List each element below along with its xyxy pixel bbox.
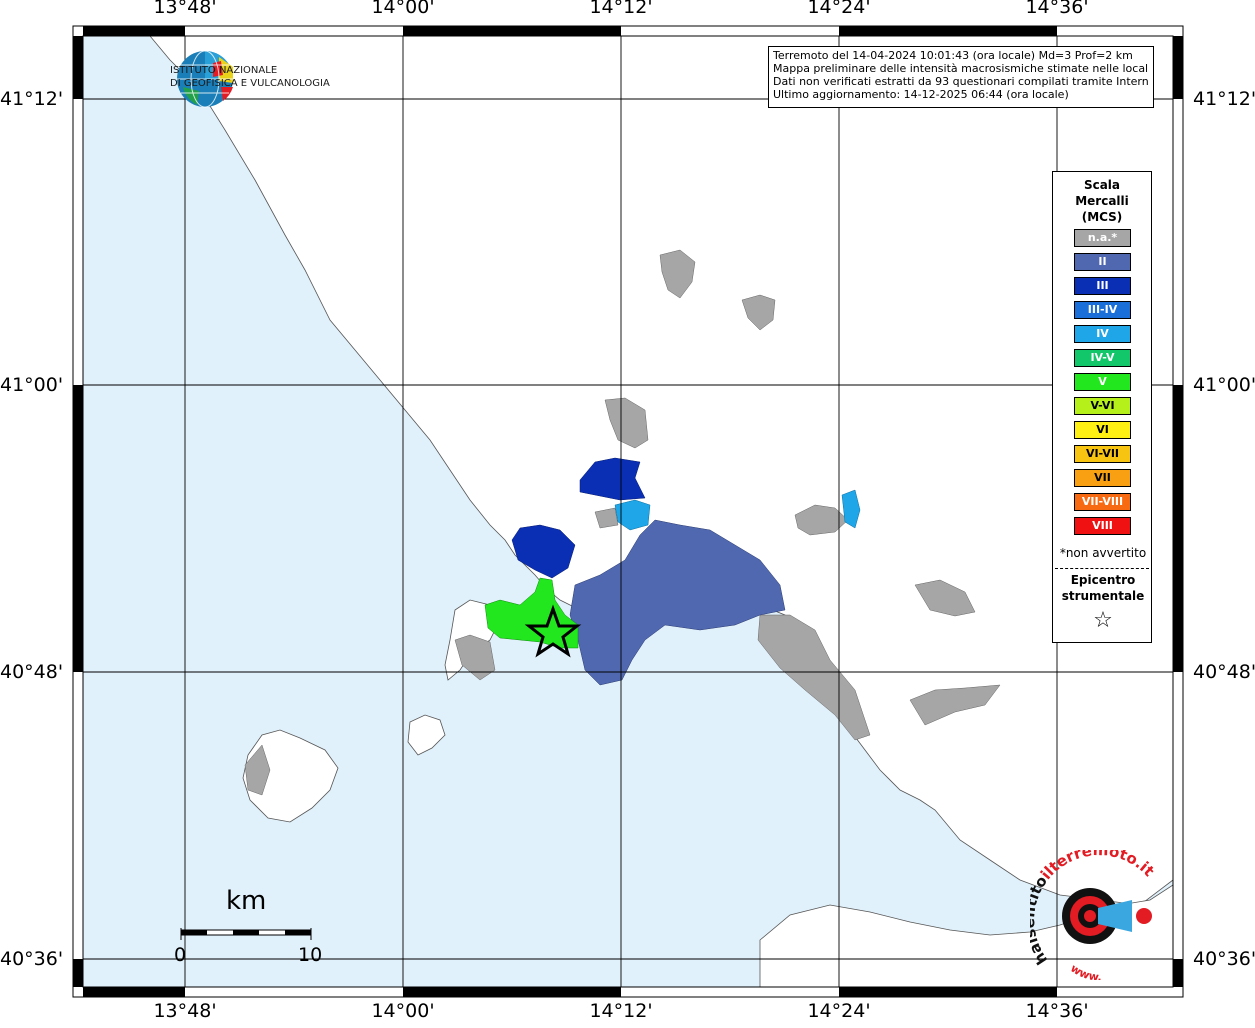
- watermark-text-3: www.: [1068, 962, 1102, 980]
- ingv-institute-name: ISTITUTO NAZIONALE DI GEOFISICA E VULCAN…: [170, 64, 330, 90]
- watermark-text-2: ilterremoto.it: [1037, 850, 1158, 883]
- legend-swatch-v-vi: V-VI: [1074, 397, 1131, 415]
- watermark-text-1: haisentito: [1030, 873, 1051, 968]
- macroseismic-map: 13°48' 14°00' 14°12' 14°24' 14°36' 13°48…: [0, 0, 1255, 1024]
- legend-note: *non avvertito: [1059, 546, 1147, 560]
- lon-tick-bottom-4: 14°24': [807, 1000, 871, 1022]
- lat-tick-right-2: 41°00': [1193, 374, 1255, 396]
- lat-tick-right-4: 40°36': [1193, 948, 1255, 970]
- lon-tick-top-2: 14°00': [371, 0, 435, 18]
- legend-swatch-viii: VIII: [1074, 517, 1131, 535]
- scale-unit-label: km: [226, 886, 267, 916]
- legend-swatch-v: V: [1074, 373, 1131, 391]
- lat-tick-left-2: 41°00': [0, 374, 64, 396]
- lon-tick-bottom-5: 14°36': [1025, 1000, 1089, 1022]
- legend-swatch-iii: III: [1074, 277, 1131, 295]
- legend-epicenter-line-1: Epicentro: [1070, 573, 1136, 587]
- svg-text:haisentitoilterremoto.it: haisentitoilterremoto.it: [1030, 850, 1158, 968]
- legend-swatch-n-a: n.a.*: [1074, 229, 1131, 247]
- scale-end-label: 10: [298, 944, 323, 966]
- lat-tick-left-4: 40°36': [0, 948, 64, 970]
- svg-text:www.: www.: [1068, 962, 1102, 980]
- lat-tick-left-3: 40°48': [0, 661, 64, 683]
- info-line-3: Dati non verificati estratti da 93 quest…: [773, 75, 1149, 88]
- legend-separator: [1055, 568, 1149, 569]
- ingv-name-line-1: ISTITUTO NAZIONALE: [170, 65, 278, 76]
- legend-title-line-3: (MCS): [1081, 210, 1123, 224]
- legend-swatch-iv-v: IV-V: [1074, 349, 1131, 367]
- watermark-text: haisentitoilterremoto.it www.: [1030, 850, 1158, 980]
- legend-swatch-vii: VII: [1074, 469, 1131, 487]
- intensity-legend: Scala Mercalli (MCS) n.a.* II III III-IV IV I…: [1052, 171, 1152, 643]
- lon-tick-bottom-1: 13°48': [153, 1000, 217, 1022]
- legend-swatch-iv: IV: [1074, 325, 1131, 343]
- lat-tick-right-1: 41°12': [1193, 88, 1255, 110]
- legend-star-icon: ☆: [1093, 608, 1113, 633]
- legend-title-line-2: Mercalli: [1075, 194, 1129, 208]
- lon-tick-top-4: 14°24': [807, 0, 871, 18]
- lon-tick-bottom-3: 14°12': [589, 1000, 653, 1022]
- info-line-1: Terremoto del 14-04-2024 10:01:43 (ora l…: [773, 49, 1133, 62]
- lon-tick-top-5: 14°36': [1025, 0, 1089, 18]
- legend-swatch-iii-iv: III-IV: [1074, 301, 1131, 319]
- info-line-2: Mappa preliminare delle intensità macros…: [773, 62, 1149, 75]
- lat-tick-left-1: 41°12': [0, 88, 64, 110]
- legend-epicenter-line-2: strumentale: [1061, 589, 1145, 603]
- legend-title-line-1: Scala: [1083, 178, 1121, 192]
- lon-tick-top-1: 13°48': [153, 0, 217, 18]
- ingv-name-line-2: DI GEOFISICA E VULCANOLOGIA: [170, 78, 330, 89]
- legend-swatch-vi: VI: [1074, 421, 1131, 439]
- legend-swatch-ii: II: [1074, 253, 1131, 271]
- legend-title: Scala Mercalli (MCS): [1053, 177, 1151, 225]
- legend-swatch-vii-viii: VII-VIII: [1074, 493, 1131, 511]
- lon-tick-bottom-2: 14°00': [371, 1000, 435, 1022]
- lat-tick-right-3: 40°48': [1193, 661, 1255, 683]
- lon-tick-top-3: 14°12': [589, 0, 653, 18]
- scale-start-label: 0: [174, 944, 187, 966]
- watermark-haisentito-text: haisentitoilterremoto.it: [1030, 850, 1158, 968]
- watermark-www-text: www.: [1068, 962, 1102, 980]
- earthquake-info-box: Terremoto del 14-04-2024 10:01:43 (ora l…: [768, 46, 1154, 108]
- info-line-4: Ultimo aggiornamento: 14-12-2025 06:44 (…: [773, 88, 1069, 101]
- legend-swatch-vi-vii: VI-VII: [1074, 445, 1131, 463]
- legend-epicenter-label: Epicentro strumentale: [1053, 572, 1153, 604]
